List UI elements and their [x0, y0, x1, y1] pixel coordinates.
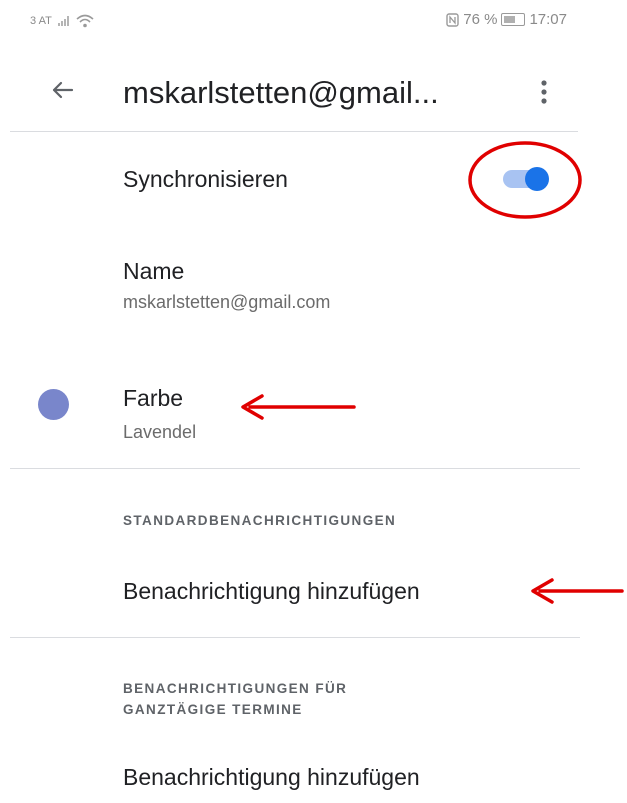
- arrow-left-icon: [52, 81, 74, 99]
- annotation-arrow-notification: [531, 578, 624, 604]
- signal-icon: [57, 16, 69, 26]
- clock: 17:07: [529, 11, 567, 28]
- more-vert-icon: [541, 80, 547, 104]
- section-header-allday-2: GANZTÄGIGE TERMINE: [123, 702, 303, 717]
- app-bar: mskarlstetten@gmail...: [0, 58, 627, 128]
- add-allday-notification-button[interactable]: Benachrichtigung hinzufügen: [123, 764, 420, 791]
- carrier-label: 3 AT: [30, 15, 52, 27]
- wifi-icon: [76, 14, 94, 28]
- divider-color: [10, 468, 580, 469]
- page-title: mskarlstetten@gmail...: [123, 75, 439, 110]
- add-notification-button[interactable]: Benachrichtigung hinzufügen: [123, 578, 420, 605]
- divider-notifications: [10, 637, 580, 638]
- back-button[interactable]: [44, 72, 80, 108]
- more-options-button[interactable]: [530, 74, 558, 110]
- sync-label: Synchronisieren: [123, 166, 288, 192]
- app-bar-divider: [10, 131, 578, 132]
- nfc-icon: [446, 12, 459, 27]
- section-header-allday-1: BENACHRICHTIGUNGEN FÜR: [123, 681, 348, 696]
- section-header-default: STANDARDBENACHRICHTIGUNGEN: [123, 513, 397, 528]
- battery-percent: 76 %: [463, 11, 498, 28]
- status-right: 76 % 17:07: [446, 11, 567, 28]
- status-left: 3 AT: [30, 14, 94, 28]
- annotation-circle: [468, 141, 582, 219]
- annotation-arrow-color: [241, 394, 356, 420]
- battery-icon: [501, 13, 526, 26]
- status-bar: 3 AT 76 % 17:07: [0, 0, 627, 40]
- name-row[interactable]: [10, 240, 578, 330]
